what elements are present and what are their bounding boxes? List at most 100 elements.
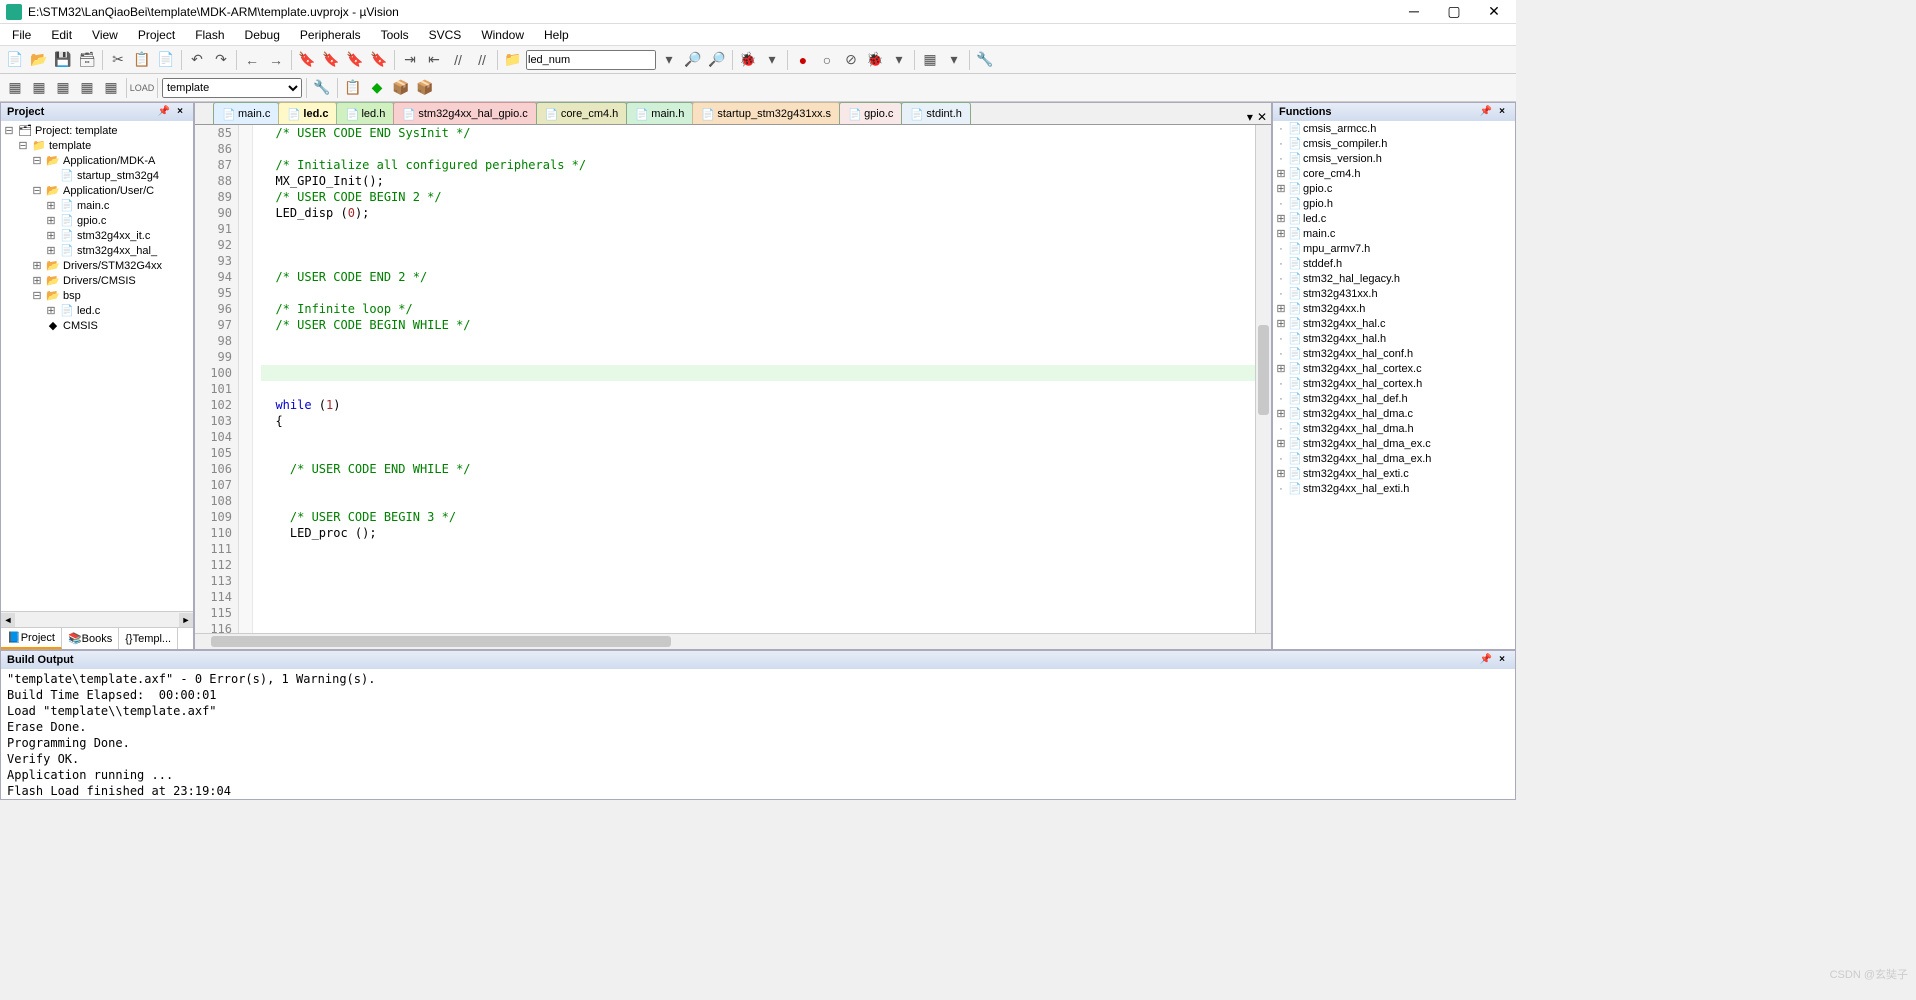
- tree-toggle-icon[interactable]: ⊞: [1275, 302, 1287, 315]
- incremental-find-button[interactable]: 🔎: [706, 49, 728, 71]
- project-tab-templ[interactable]: {} Templ...: [119, 628, 178, 649]
- debug-button[interactable]: 🐞: [737, 49, 759, 71]
- function-file-item[interactable]: ·📄stm32g4xx_hal_exti.h: [1273, 481, 1515, 496]
- minimize-button[interactable]: ─: [1402, 3, 1426, 20]
- project-tree-item[interactable]: ⊞📂Drivers/CMSIS: [3, 273, 191, 288]
- panel-pin-button[interactable]: 📌: [157, 105, 171, 119]
- function-file-item[interactable]: ⊞📄stm32g4xx.h: [1273, 301, 1515, 316]
- tree-toggle-icon[interactable]: ·: [1275, 453, 1287, 465]
- file-tab[interactable]: 📄gpio.c: [839, 102, 902, 124]
- save-button[interactable]: 💾: [52, 49, 74, 71]
- menu-edit[interactable]: Edit: [41, 26, 82, 44]
- menu-view[interactable]: View: [82, 26, 128, 44]
- breakpoint-dd-button[interactable]: ▾: [888, 49, 910, 71]
- tree-toggle-icon[interactable]: ·: [1275, 198, 1287, 210]
- tree-toggle-icon[interactable]: ⊞: [1275, 407, 1287, 420]
- comment-button[interactable]: //: [447, 49, 469, 71]
- project-tree-item[interactable]: ⊟📂bsp: [3, 288, 191, 303]
- panel-pin-button[interactable]: 📌: [1479, 105, 1493, 119]
- search-input[interactable]: [526, 50, 656, 70]
- search-dd-button[interactable]: ▾: [658, 49, 680, 71]
- tree-toggle-icon[interactable]: ·: [1275, 138, 1287, 150]
- pack-installer-button[interactable]: 📦: [414, 77, 436, 99]
- file-tab[interactable]: 📄startup_stm32g431xx.s: [692, 102, 840, 124]
- nav-back-button[interactable]: ←: [241, 49, 263, 71]
- menu-help[interactable]: Help: [534, 26, 579, 44]
- function-file-item[interactable]: ·📄cmsis_armcc.h: [1273, 121, 1515, 136]
- tab-close-button[interactable]: ✕: [1257, 110, 1267, 124]
- menu-tools[interactable]: Tools: [371, 26, 419, 44]
- menu-window[interactable]: Window: [471, 26, 534, 44]
- code-editor[interactable]: /* USER CODE END SysInit */ /* Initializ…: [253, 125, 1255, 633]
- panel-pin-button[interactable]: 📌: [1479, 653, 1493, 667]
- function-file-item[interactable]: ⊞📄stm32g4xx_hal_cortex.c: [1273, 361, 1515, 376]
- project-tree-item[interactable]: ⊟🗂Project: template: [3, 123, 191, 138]
- tree-toggle-icon[interactable]: ⊞: [1275, 362, 1287, 375]
- nav-fwd-button[interactable]: →: [265, 49, 287, 71]
- save-all-button[interactable]: 🗃: [76, 49, 98, 71]
- function-file-item[interactable]: ⊞📄stm32g4xx_hal.c: [1273, 316, 1515, 331]
- function-file-item[interactable]: ·📄stm32g431xx.h: [1273, 286, 1515, 301]
- function-file-item[interactable]: ·📄stm32g4xx_hal_dma.h: [1273, 421, 1515, 436]
- tree-toggle-icon[interactable]: ·: [1275, 288, 1287, 300]
- function-file-item[interactable]: ·📄cmsis_version.h: [1273, 151, 1515, 166]
- tree-toggle-icon[interactable]: ·: [1275, 123, 1287, 135]
- tree-toggle-icon[interactable]: ⊟: [31, 184, 43, 197]
- redo-button[interactable]: ↷: [210, 49, 232, 71]
- target-select[interactable]: template: [162, 78, 302, 98]
- panel-close-button[interactable]: ×: [1495, 653, 1509, 667]
- project-tree[interactable]: ⊟🗂Project: template⊟📁template⊟📂Applicati…: [1, 121, 193, 611]
- build-button[interactable]: ▦: [28, 77, 50, 99]
- project-tree-item[interactable]: ⊟📂Application/MDK-A: [3, 153, 191, 168]
- function-file-item[interactable]: ·📄cmsis_compiler.h: [1273, 136, 1515, 151]
- project-tree-item[interactable]: ⊞📄gpio.c: [3, 213, 191, 228]
- file-tab[interactable]: 📄core_cm4.h: [536, 102, 627, 124]
- function-file-item[interactable]: ·📄mpu_armv7.h: [1273, 241, 1515, 256]
- close-button[interactable]: ✕: [1482, 3, 1506, 20]
- tree-toggle-icon[interactable]: ⊞: [31, 274, 43, 287]
- project-tab-books[interactable]: 📚 Books: [62, 628, 119, 649]
- function-file-item[interactable]: ⊞📄stm32g4xx_hal_dma_ex.c: [1273, 436, 1515, 451]
- menu-flash[interactable]: Flash: [185, 26, 234, 44]
- function-file-item[interactable]: ·📄stm32_hal_legacy.h: [1273, 271, 1515, 286]
- indent-button[interactable]: ⇥: [399, 49, 421, 71]
- function-file-item[interactable]: ⊞📄stm32g4xx_hal_dma.c: [1273, 406, 1515, 421]
- bookmark-next-button[interactable]: 🔖: [344, 49, 366, 71]
- tree-toggle-icon[interactable]: ·: [1275, 423, 1287, 435]
- tree-toggle-icon[interactable]: ·: [1275, 243, 1287, 255]
- function-file-item[interactable]: ⊞📄gpio.c: [1273, 181, 1515, 196]
- tree-toggle-icon[interactable]: ·: [1275, 333, 1287, 345]
- fold-column[interactable]: [239, 125, 253, 633]
- breakpoint-enable-button[interactable]: ○: [816, 49, 838, 71]
- tree-toggle-icon[interactable]: ⊟: [17, 139, 29, 152]
- tree-toggle-icon[interactable]: ⊟: [3, 124, 15, 137]
- rebuild-button[interactable]: ▦: [52, 77, 74, 99]
- function-file-item[interactable]: ·📄stm32g4xx_hal.h: [1273, 331, 1515, 346]
- find-button[interactable]: 📁: [502, 49, 524, 71]
- select-packs-button[interactable]: 📦: [390, 77, 412, 99]
- download-button[interactable]: LOAD: [131, 77, 153, 99]
- copy-button[interactable]: 📋: [131, 49, 153, 71]
- panel-close-button[interactable]: ×: [1495, 105, 1509, 119]
- tree-toggle-icon[interactable]: ⊞: [1275, 437, 1287, 450]
- tree-toggle-icon[interactable]: ·: [1275, 153, 1287, 165]
- tree-toggle-icon[interactable]: ·: [1275, 378, 1287, 390]
- outdent-button[interactable]: ⇤: [423, 49, 445, 71]
- tree-toggle-icon[interactable]: ·: [1275, 273, 1287, 285]
- paste-button[interactable]: 📄: [155, 49, 177, 71]
- tree-toggle-icon[interactable]: ·: [1275, 348, 1287, 360]
- tree-toggle-icon[interactable]: ⊞: [45, 244, 57, 257]
- batch-build-button[interactable]: ▦: [76, 77, 98, 99]
- translate-button[interactable]: ▦: [4, 77, 26, 99]
- project-tree-item[interactable]: ⊟📂Application/User/C: [3, 183, 191, 198]
- tree-toggle-icon[interactable]: ⊟: [31, 289, 43, 302]
- function-file-item[interactable]: ⊞📄core_cm4.h: [1273, 166, 1515, 181]
- undo-button[interactable]: ↶: [186, 49, 208, 71]
- functions-list[interactable]: ·📄cmsis_armcc.h·📄cmsis_compiler.h·📄cmsis…: [1273, 121, 1515, 649]
- breakpoint-kill-button[interactable]: 🐞: [864, 49, 886, 71]
- window-layout-button[interactable]: ▦: [919, 49, 941, 71]
- options-button[interactable]: 🔧: [311, 77, 333, 99]
- tree-toggle-icon[interactable]: ⊟: [31, 154, 43, 167]
- tab-list-button[interactable]: ▾: [1247, 110, 1253, 124]
- function-file-item[interactable]: ⊞📄stm32g4xx_hal_exti.c: [1273, 466, 1515, 481]
